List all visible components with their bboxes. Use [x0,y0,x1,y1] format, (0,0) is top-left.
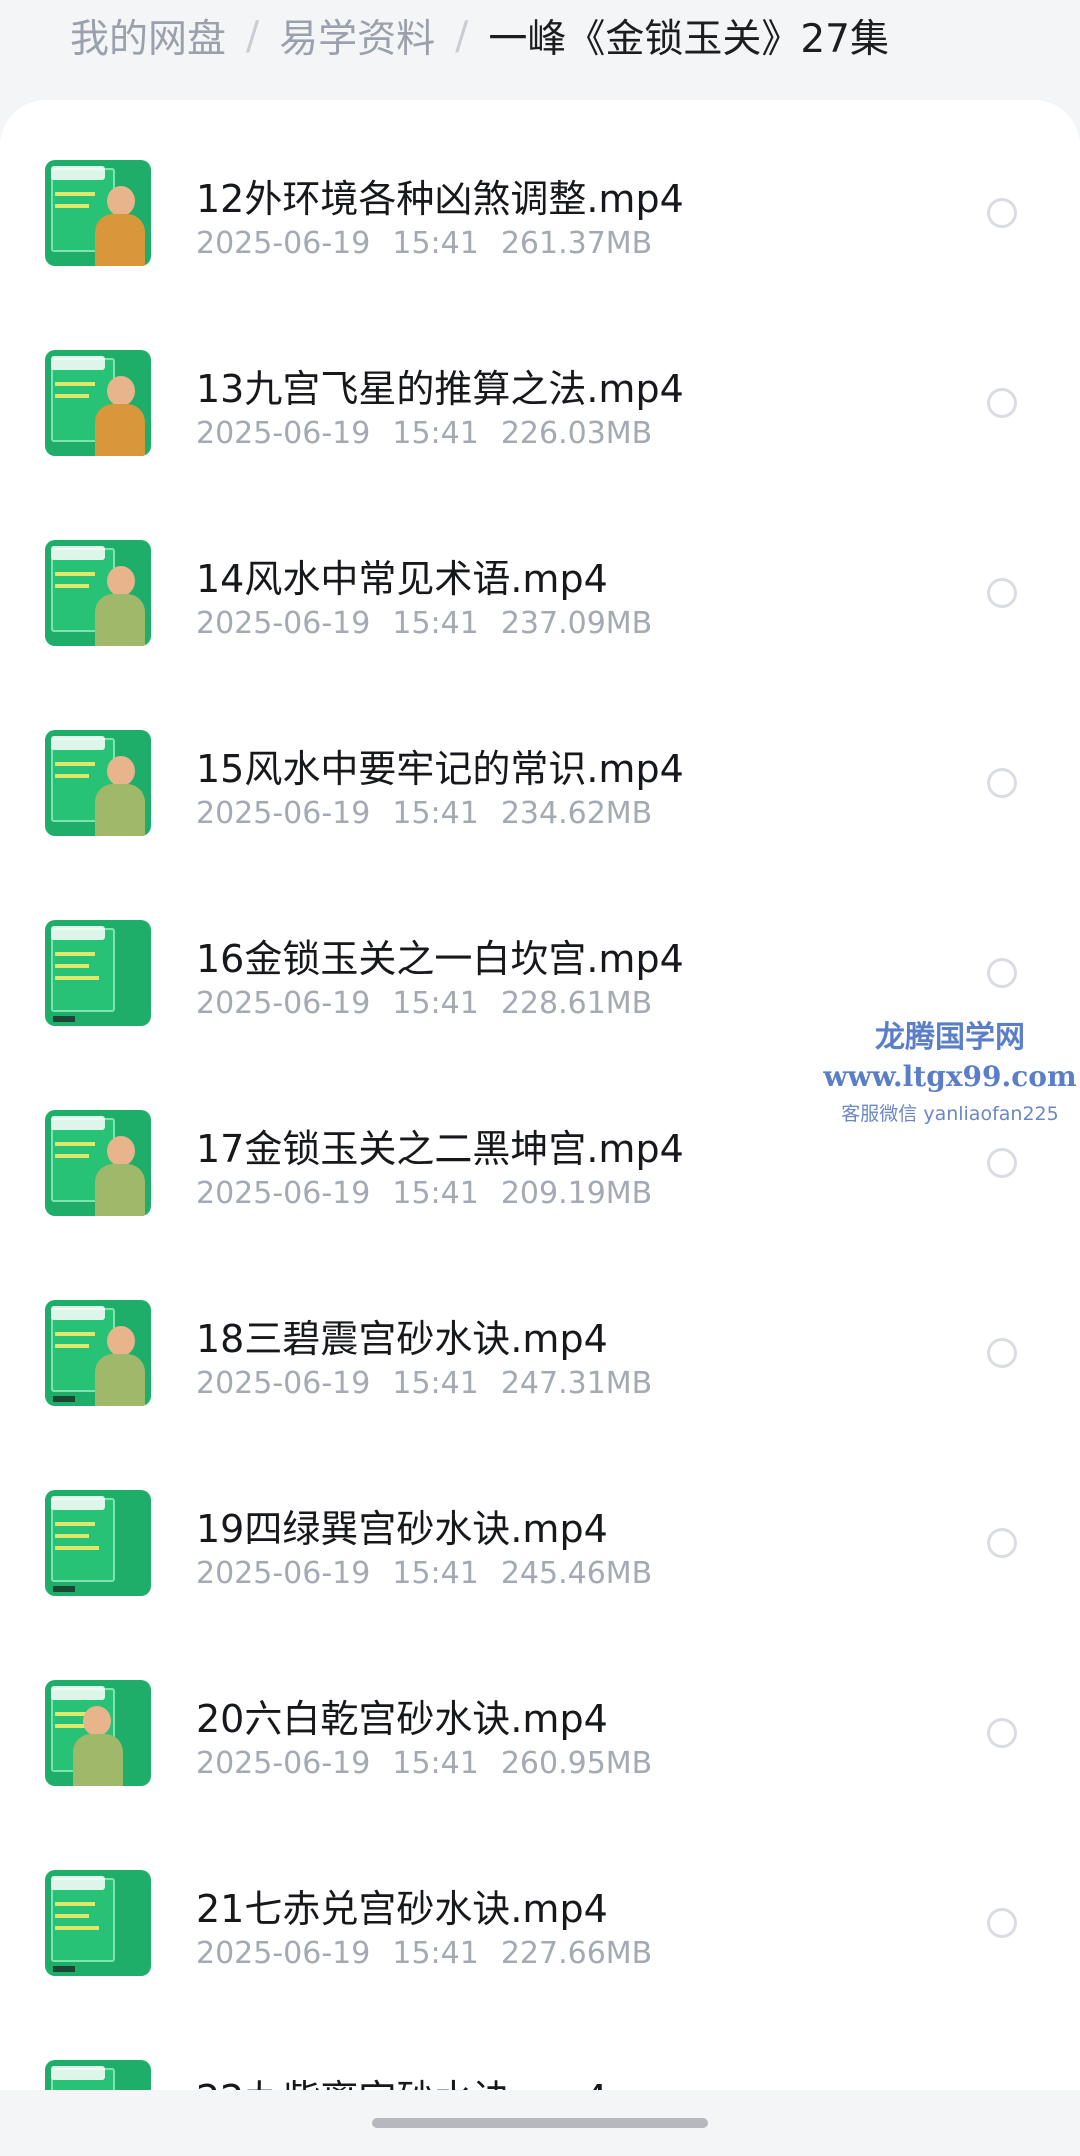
file-size: 234.62MB [500,796,653,831]
file-date: 2025-06-19 [196,1556,371,1591]
file-row[interactable]: 12外环境各种凶煞调整.mp4 2025-06-19 15:41 261.37MB [0,160,1080,350]
file-date: 2025-06-19 [196,796,371,831]
file-size: 260.95MB [500,1746,653,1781]
file-date: 2025-06-19 [196,606,371,641]
file-row[interactable]: 19四绿巽宫砂水诀.mp4 2025-06-19 15:41 245.46MB [0,1490,1080,1680]
video-thumbnail-icon [45,540,151,646]
file-row[interactable]: 14风水中常见术语.mp4 2025-06-19 15:41 237.09MB [0,540,1080,730]
select-radio[interactable] [987,1338,1017,1368]
select-radio[interactable] [987,1718,1017,1748]
file-name: 22九紫离宫砂水诀.mp4 [196,2068,608,2090]
select-radio[interactable] [987,578,1017,608]
file-time: 15:41 [392,1556,479,1591]
file-row[interactable]: 15风水中要牢记的常识.mp4 2025-06-19 15:41 234.62MB [0,730,1080,920]
file-name: 16金锁玉关之一白坎宫.mp4 [196,937,684,981]
breadcrumb-separator: / [455,13,469,59]
file-name: 13九宫飞星的推算之法.mp4 [196,367,684,411]
video-thumbnail-icon [45,160,151,266]
file-name: 17金锁玉关之二黑坤宫.mp4 [196,1127,684,1171]
file-row[interactable]: 22九紫离宫砂水诀.mp4 [0,2060,1080,2090]
file-size: 227.66MB [500,1936,653,1971]
file-row[interactable]: 18三碧震宫砂水诀.mp4 2025-06-19 15:41 247.31MB [0,1300,1080,1490]
file-date: 2025-06-19 [196,986,371,1021]
file-size: 209.19MB [500,1176,653,1211]
file-row[interactable]: 20六白乾宫砂水诀.mp4 2025-06-19 15:41 260.95MB [0,1680,1080,1870]
file-time: 15:41 [392,606,479,641]
select-radio[interactable] [987,1528,1017,1558]
file-row[interactable]: 13九宫飞星的推算之法.mp4 2025-06-19 15:41 226.03MB [0,350,1080,540]
file-date: 2025-06-19 [196,1746,371,1781]
file-date: 2025-06-19 [196,416,371,451]
file-size: 226.03MB [500,416,653,451]
file-size: 228.61MB [500,986,653,1021]
file-meta: 2025-06-19 15:41 227.66MB [196,1936,652,1971]
file-row[interactable]: 21七赤兑宫砂水诀.mp4 2025-06-19 15:41 227.66MB [0,1870,1080,2060]
video-thumbnail-icon [45,1490,151,1596]
select-radio[interactable] [987,1908,1017,1938]
file-date: 2025-06-19 [196,226,371,261]
file-name: 14风水中常见术语.mp4 [196,557,608,601]
breadcrumb-item-my-drive[interactable]: 我的网盘 [70,8,226,64]
video-thumbnail-icon [45,1680,151,1786]
file-size: 247.31MB [500,1366,653,1401]
file-date: 2025-06-19 [196,1936,371,1971]
file-meta: 2025-06-19 15:41 228.61MB [196,986,652,1021]
file-row[interactable]: 16金锁玉关之一白坎宫.mp4 2025-06-19 15:41 228.61MB [0,920,1080,1110]
select-radio[interactable] [987,1148,1017,1178]
file-time: 15:41 [392,1176,479,1211]
video-thumbnail-icon [45,1870,151,1976]
select-radio[interactable] [987,388,1017,418]
video-thumbnail-icon [45,350,151,456]
file-size: 245.46MB [500,1556,653,1591]
file-meta: 2025-06-19 15:41 245.46MB [196,1556,652,1591]
video-thumbnail-icon [45,1300,151,1406]
file-time: 15:41 [392,986,479,1021]
file-meta: 2025-06-19 15:41 247.31MB [196,1366,652,1401]
file-list: 12外环境各种凶煞调整.mp4 2025-06-19 15:41 261.37MB … [0,100,1080,2090]
file-size: 261.37MB [500,226,653,261]
file-meta: 2025-06-19 15:41 261.37MB [196,226,652,261]
breadcrumb-separator: / [246,13,260,59]
file-meta: 2025-06-19 15:41 209.19MB [196,1176,652,1211]
file-size: 237.09MB [500,606,653,641]
home-indicator[interactable] [372,2118,708,2128]
file-name: 15风水中要牢记的常识.mp4 [196,747,684,791]
file-meta: 2025-06-19 15:41 260.95MB [196,1746,652,1781]
file-name: 19四绿巽宫砂水诀.mp4 [196,1507,608,1551]
file-time: 15:41 [392,796,479,831]
file-meta: 2025-06-19 15:41 237.09MB [196,606,652,641]
file-time: 15:41 [392,226,479,261]
video-thumbnail-icon [45,2060,151,2090]
file-time: 15:41 [392,1366,479,1401]
breadcrumb: 我的网盘 / 易学资料 / 一峰《金锁玉关》27集 [70,0,889,72]
breadcrumb-current-folder: 一峰《金锁玉关》27集 [488,17,889,62]
file-time: 15:41 [392,416,479,451]
file-meta: 2025-06-19 15:41 226.03MB [196,416,652,451]
breadcrumb-item-yixue[interactable]: 易学资料 [279,8,435,64]
file-date: 2025-06-19 [196,1176,371,1211]
video-thumbnail-icon [45,920,151,1026]
file-time: 15:41 [392,1936,479,1971]
select-radio[interactable] [987,958,1017,988]
file-time: 15:41 [392,1746,479,1781]
file-row[interactable]: 17金锁玉关之二黑坤宫.mp4 2025-06-19 15:41 209.19MB [0,1110,1080,1300]
file-name: 12外环境各种凶煞调整.mp4 [196,177,684,221]
file-browser-screen: 我的网盘 / 易学资料 / 一峰《金锁玉关》27集 12外环境各种凶煞调整.mp… [0,0,1080,2156]
file-date: 2025-06-19 [196,1366,371,1401]
video-thumbnail-icon [45,1110,151,1216]
file-name: 18三碧震宫砂水诀.mp4 [196,1317,608,1361]
select-radio[interactable] [987,768,1017,798]
file-meta: 2025-06-19 15:41 234.62MB [196,796,652,831]
video-thumbnail-icon [45,730,151,836]
select-radio[interactable] [987,198,1017,228]
file-name: 20六白乾宫砂水诀.mp4 [196,1697,608,1741]
file-name: 21七赤兑宫砂水诀.mp4 [196,1887,608,1931]
